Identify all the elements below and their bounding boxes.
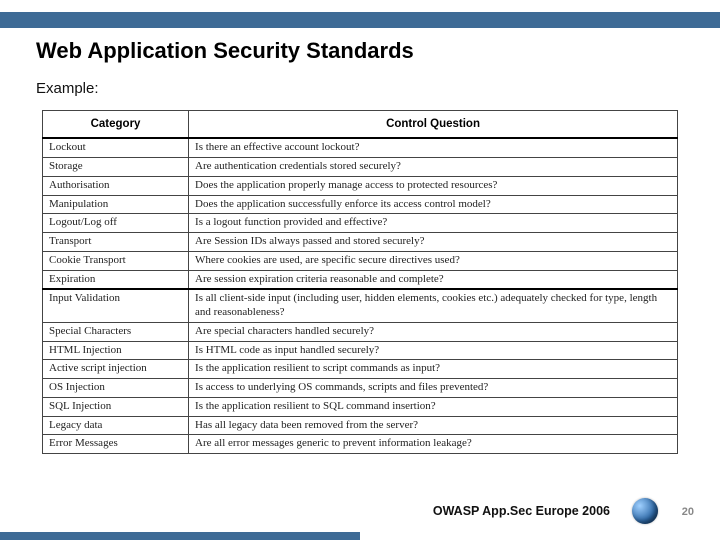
cell-question: Are session expiration criteria reasonab… (189, 270, 678, 289)
slide-footer: OWASP App.Sec Europe 2006 20 (0, 492, 720, 522)
page-number: 20 (682, 506, 694, 518)
col-header-question: Control Question (189, 111, 678, 139)
table-row: ManipulationDoes the application success… (43, 195, 678, 214)
cell-category: Storage (43, 158, 189, 177)
cell-question: Is a logout function provided and effect… (189, 214, 678, 233)
cell-category: OS Injection (43, 379, 189, 398)
cell-question: Are special characters handled securely? (189, 322, 678, 341)
cell-category: Active script injection (43, 360, 189, 379)
cell-question: Is all client-side input (including user… (189, 289, 678, 322)
table-row: Logout/Log offIs a logout function provi… (43, 214, 678, 233)
cell-category: Cookie Transport (43, 251, 189, 270)
cell-category: Authorisation (43, 176, 189, 195)
table-row: Input ValidationIs all client-side input… (43, 289, 678, 322)
table-row: Cookie TransportWhere cookies are used, … (43, 251, 678, 270)
table-row: Active script injectionIs the applicatio… (43, 360, 678, 379)
table-row: LockoutIs there an effective account loc… (43, 138, 678, 157)
cell-question: Is access to underlying OS commands, scr… (189, 379, 678, 398)
table-row: StorageAre authentication credentials st… (43, 158, 678, 177)
cell-category: Manipulation (43, 195, 189, 214)
table-row: HTML InjectionIs HTML code as input hand… (43, 341, 678, 360)
globe-icon (632, 498, 658, 524)
table-row: OS InjectionIs access to underlying OS c… (43, 379, 678, 398)
cell-category: SQL Injection (43, 397, 189, 416)
col-header-category: Category (43, 111, 189, 139)
table-row: TransportAre Session IDs always passed a… (43, 233, 678, 252)
footer-text: OWASP App.Sec Europe 2006 (433, 504, 610, 518)
cell-category: Transport (43, 233, 189, 252)
table-header-row: Category Control Question (43, 111, 678, 139)
cell-question: Does the application properly manage acc… (189, 176, 678, 195)
cell-category: Error Messages (43, 435, 189, 454)
cell-question: Are authentication credentials stored se… (189, 158, 678, 177)
example-label: Example: (36, 80, 99, 97)
cell-question: Is HTML code as input handled securely? (189, 341, 678, 360)
cell-question: Does the application successfully enforc… (189, 195, 678, 214)
cell-category: Lockout (43, 138, 189, 157)
page-title: Web Application Security Standards (36, 38, 414, 64)
cell-category: HTML Injection (43, 341, 189, 360)
table-row: Error MessagesAre all error messages gen… (43, 435, 678, 454)
cell-category: Logout/Log off (43, 214, 189, 233)
cell-question: Are Session IDs always passed and stored… (189, 233, 678, 252)
table-row: ExpirationAre session expiration criteri… (43, 270, 678, 289)
cell-category: Expiration (43, 270, 189, 289)
cell-category: Input Validation (43, 289, 189, 322)
top-accent-bar (0, 12, 720, 28)
table-row: Legacy dataHas all legacy data been remo… (43, 416, 678, 435)
table-row: AuthorisationDoes the application proper… (43, 176, 678, 195)
table-row: SQL InjectionIs the application resilien… (43, 397, 678, 416)
cell-question: Are all error messages generic to preven… (189, 435, 678, 454)
cell-question: Is the application resilient to script c… (189, 360, 678, 379)
cell-question: Is the application resilient to SQL comm… (189, 397, 678, 416)
bottom-accent-bar (0, 532, 360, 540)
cell-category: Special Characters (43, 322, 189, 341)
cell-question: Has all legacy data been removed from th… (189, 416, 678, 435)
cell-category: Legacy data (43, 416, 189, 435)
standards-table: Category Control Question LockoutIs ther… (42, 110, 678, 454)
table-row: Special CharactersAre special characters… (43, 322, 678, 341)
cell-question: Is there an effective account lockout? (189, 138, 678, 157)
cell-question: Where cookies are used, are specific sec… (189, 251, 678, 270)
